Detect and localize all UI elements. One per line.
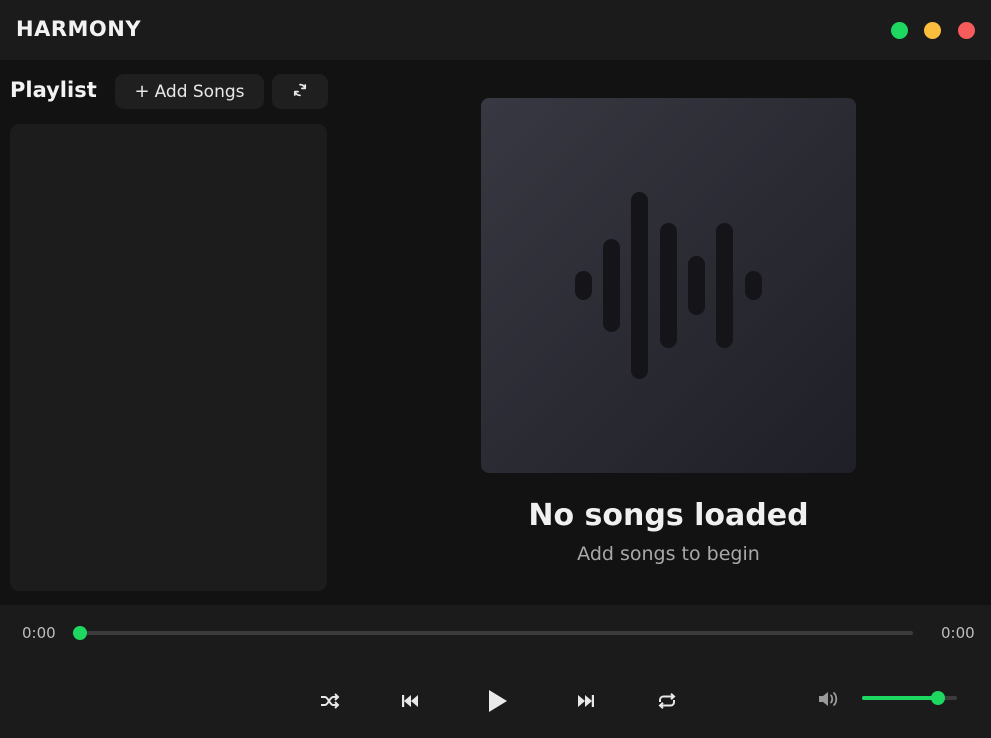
previous-button[interactable] <box>394 685 426 717</box>
maximize-button[interactable] <box>891 22 908 39</box>
album-art <box>481 98 856 473</box>
progress-bar[interactable] <box>73 626 913 640</box>
refresh-button[interactable] <box>272 74 328 109</box>
total-time: 0:00 <box>941 624 975 642</box>
close-button[interactable] <box>958 22 975 39</box>
app-window: HARMONY Playlist + Add Songs No songs lo… <box>0 0 991 738</box>
now-playing-title: No songs loaded <box>528 498 809 533</box>
current-time: 0:00 <box>22 624 56 642</box>
shuffle-button[interactable] <box>314 685 346 717</box>
minimize-button[interactable] <box>924 22 941 39</box>
sound-wave-icon <box>575 192 762 379</box>
player-bar: 0:00 0:00 <box>0 605 991 738</box>
progress-handle[interactable] <box>73 626 87 640</box>
volume-slider[interactable] <box>862 691 957 705</box>
repeat-button[interactable] <box>651 685 683 717</box>
next-icon <box>578 695 594 707</box>
title-bar: HARMONY <box>0 0 991 60</box>
previous-icon <box>402 695 418 707</box>
volume-fill <box>862 696 938 700</box>
volume-handle[interactable] <box>931 691 945 705</box>
now-playing-subtitle: Add songs to begin <box>577 543 760 565</box>
play-button[interactable] <box>480 683 516 719</box>
playlist-list[interactable] <box>10 124 327 591</box>
playlist-title: Playlist <box>10 78 97 102</box>
plus-icon: + <box>134 81 150 102</box>
repeat-icon <box>658 693 676 709</box>
shuffle-icon <box>321 693 340 709</box>
volume-icon[interactable] <box>817 689 841 709</box>
add-songs-label: Add Songs <box>154 81 245 102</box>
add-songs-button[interactable]: + Add Songs <box>115 74 264 109</box>
app-title: HARMONY <box>16 17 142 41</box>
refresh-icon <box>292 82 308 102</box>
play-icon <box>489 690 507 712</box>
next-button[interactable] <box>570 685 602 717</box>
